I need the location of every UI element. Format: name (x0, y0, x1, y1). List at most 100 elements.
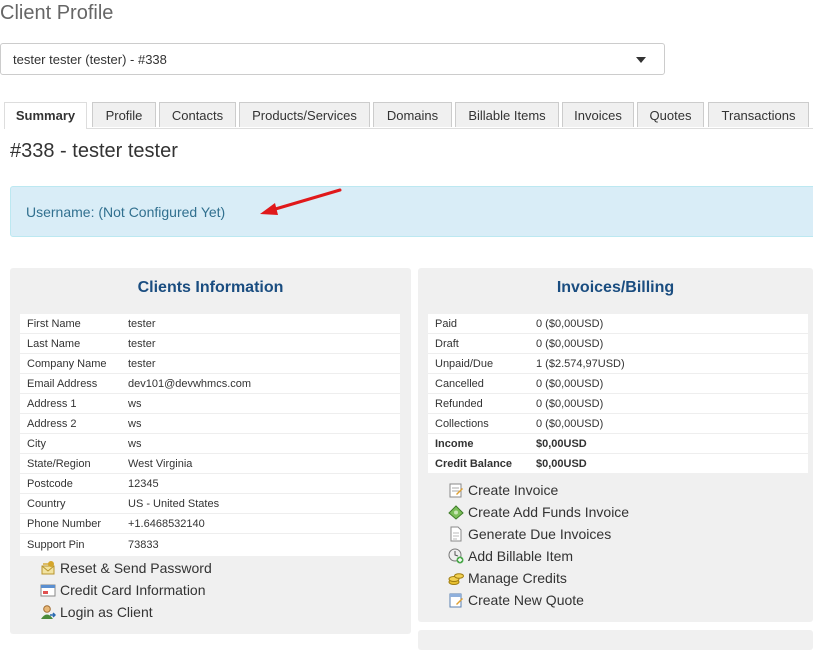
billing-actions: Create Invoice Create Add Funds Invoice … (448, 479, 629, 611)
create-invoice-label: Create Invoice (468, 482, 559, 498)
table-row: City ws (20, 433, 400, 454)
key-envelope-icon (40, 560, 56, 576)
reset-send-password-link[interactable]: Reset & Send Password (40, 557, 212, 579)
tab-domains[interactable]: Domains (373, 102, 452, 127)
row-value: tester (128, 353, 400, 374)
create-new-quote-label: Create New Quote (468, 592, 584, 608)
client-select-value: tester tester (tester) - #338 (13, 52, 167, 67)
create-add-funds-invoice-label: Create Add Funds Invoice (468, 504, 630, 520)
row-value: 73833 (128, 533, 400, 556)
invoices-billing-table: Paid 0 ($0,00USD) Draft 0 ($0,00USD) Unpaid/… (428, 314, 808, 473)
tab-contacts[interactable]: Contacts (159, 102, 236, 127)
invoice-icon (448, 482, 464, 498)
clock-add-icon (448, 548, 464, 564)
client-actions: Reset & Send Password Credit Card Inform… (40, 557, 212, 623)
table-row: Postcode 12345 (20, 473, 400, 494)
credit-card-information-label: Credit Card Information (60, 582, 206, 598)
reset-send-password-label: Reset & Send Password (60, 560, 212, 576)
row-label: Draft (428, 333, 536, 354)
next-panel (418, 630, 813, 650)
table-row: Last Name tester (20, 333, 400, 354)
row-value: tester (128, 333, 400, 354)
row-value: ws (128, 393, 400, 414)
manage-credits-link[interactable]: Manage Credits (448, 567, 629, 589)
clients-information-title: Clients Information (137, 279, 284, 296)
tab-billable-items[interactable]: Billable Items (455, 102, 559, 127)
row-label: Country (20, 493, 128, 514)
credit-card-information-link[interactable]: Credit Card Information (40, 579, 212, 601)
tab-profile[interactable]: Profile (92, 102, 156, 127)
money-icon (448, 504, 464, 520)
coins-icon (448, 570, 464, 586)
row-label: Collections (428, 413, 536, 434)
row-label: Address 2 (20, 413, 128, 434)
page-title: Client Profile (0, 2, 114, 24)
add-billable-item-link[interactable]: Add Billable Item (448, 545, 629, 567)
row-label: Refunded (428, 393, 536, 414)
clients-information-table: First Name tester Last Name tester Company N… (20, 314, 400, 556)
login-as-client-label: Login as Client (60, 604, 153, 620)
table-row: Collections 0 ($0,00USD) (428, 413, 808, 434)
chevron-down-icon (636, 57, 646, 63)
manage-credits-label: Manage Credits (468, 570, 567, 586)
tab-transactions[interactable]: Transactions (708, 102, 809, 127)
row-value: 0 ($0,00USD) (536, 373, 808, 394)
table-row: State/Region West Virginia (20, 453, 400, 474)
create-new-quote-link[interactable]: Create New Quote (448, 589, 629, 611)
row-label: Paid (435, 317, 458, 330)
row-value: 0 ($0,00USD) (536, 413, 808, 434)
invoices-billing-title: Invoices/Billing (556, 279, 675, 296)
username-alert: Username: (Not Configured Yet) (10, 186, 813, 237)
user-login-icon (40, 604, 57, 620)
tab-invoices[interactable]: Invoices (562, 102, 634, 127)
row-label: Phone Number (20, 513, 128, 534)
table-row: Company Name tester (20, 353, 400, 374)
row-value: $0,00USD (536, 453, 808, 473)
generate-due-invoices-link[interactable]: Generate Due Invoices (448, 523, 629, 545)
row-value: West Virginia (128, 453, 400, 474)
login-as-client-link[interactable]: Login as Client (40, 601, 212, 623)
create-add-funds-invoice-link[interactable]: Create Add Funds Invoice (448, 501, 629, 523)
row-value: $0,00USD (536, 433, 808, 454)
row-label: Credit Balance (428, 453, 536, 473)
create-invoice-link[interactable]: Create Invoice (448, 479, 629, 501)
clients-information-panel: Clients Information First Name tester Last… (10, 268, 411, 634)
row-label: Income (428, 433, 536, 454)
table-row: Phone Number +1.6468532140 (20, 513, 400, 534)
row-label: Last Name (20, 333, 128, 354)
client-heading: #338 - tester tester (10, 140, 178, 162)
row-label: Email Address (20, 373, 128, 394)
row-value: 0 ($0,00USD) (536, 317, 604, 330)
table-row: Draft 0 ($0,00USD) (428, 333, 808, 354)
tab-products-services[interactable]: Products/Services (239, 102, 370, 127)
invoices-billing-panel: Invoices/Billing Paid 0 ($0,00USD) Draft 0 … (418, 268, 813, 622)
table-row: Address 2 ws (20, 413, 400, 434)
row-value: +1.6468532140 (128, 513, 400, 534)
table-row: Refunded 0 ($0,00USD) (428, 393, 808, 414)
table-row: Address 1 ws (20, 393, 400, 414)
tab-quotes[interactable]: Quotes (637, 102, 704, 127)
quote-icon (448, 592, 464, 608)
client-select-dropdown[interactable]: tester tester (tester) - #338 (0, 43, 665, 75)
row-value: 0 ($0,00USD) (536, 333, 808, 354)
row-value: 0 ($0,00USD) (536, 393, 808, 414)
generate-due-invoices-label: Generate Due Invoices (468, 526, 612, 542)
add-billable-item-label: Add Billable Item (468, 548, 574, 564)
row-label: Postcode (20, 473, 128, 494)
row-label: Address 1 (20, 393, 128, 414)
row-label: Support Pin (20, 533, 128, 556)
tab-summary[interactable]: Summary (4, 102, 87, 129)
table-row: Email Address dev101@devwhmcs.com (20, 373, 400, 394)
row-value: 12345 (128, 473, 400, 494)
row-label: Unpaid/Due (428, 353, 536, 374)
row-value: 1 ($2.574,97USD) (536, 353, 808, 374)
table-row: Credit Balance $0,00USD (428, 453, 808, 473)
row-label: City (20, 433, 128, 454)
row-value: ws (128, 413, 400, 434)
table-row: Cancelled 0 ($0,00USD) (428, 373, 808, 394)
document-icon (448, 526, 464, 542)
row-label: State/Region (20, 453, 128, 474)
table-row: Support Pin 73833 (20, 533, 400, 556)
row-label: Cancelled (428, 373, 536, 394)
credit-card-icon (40, 582, 56, 598)
